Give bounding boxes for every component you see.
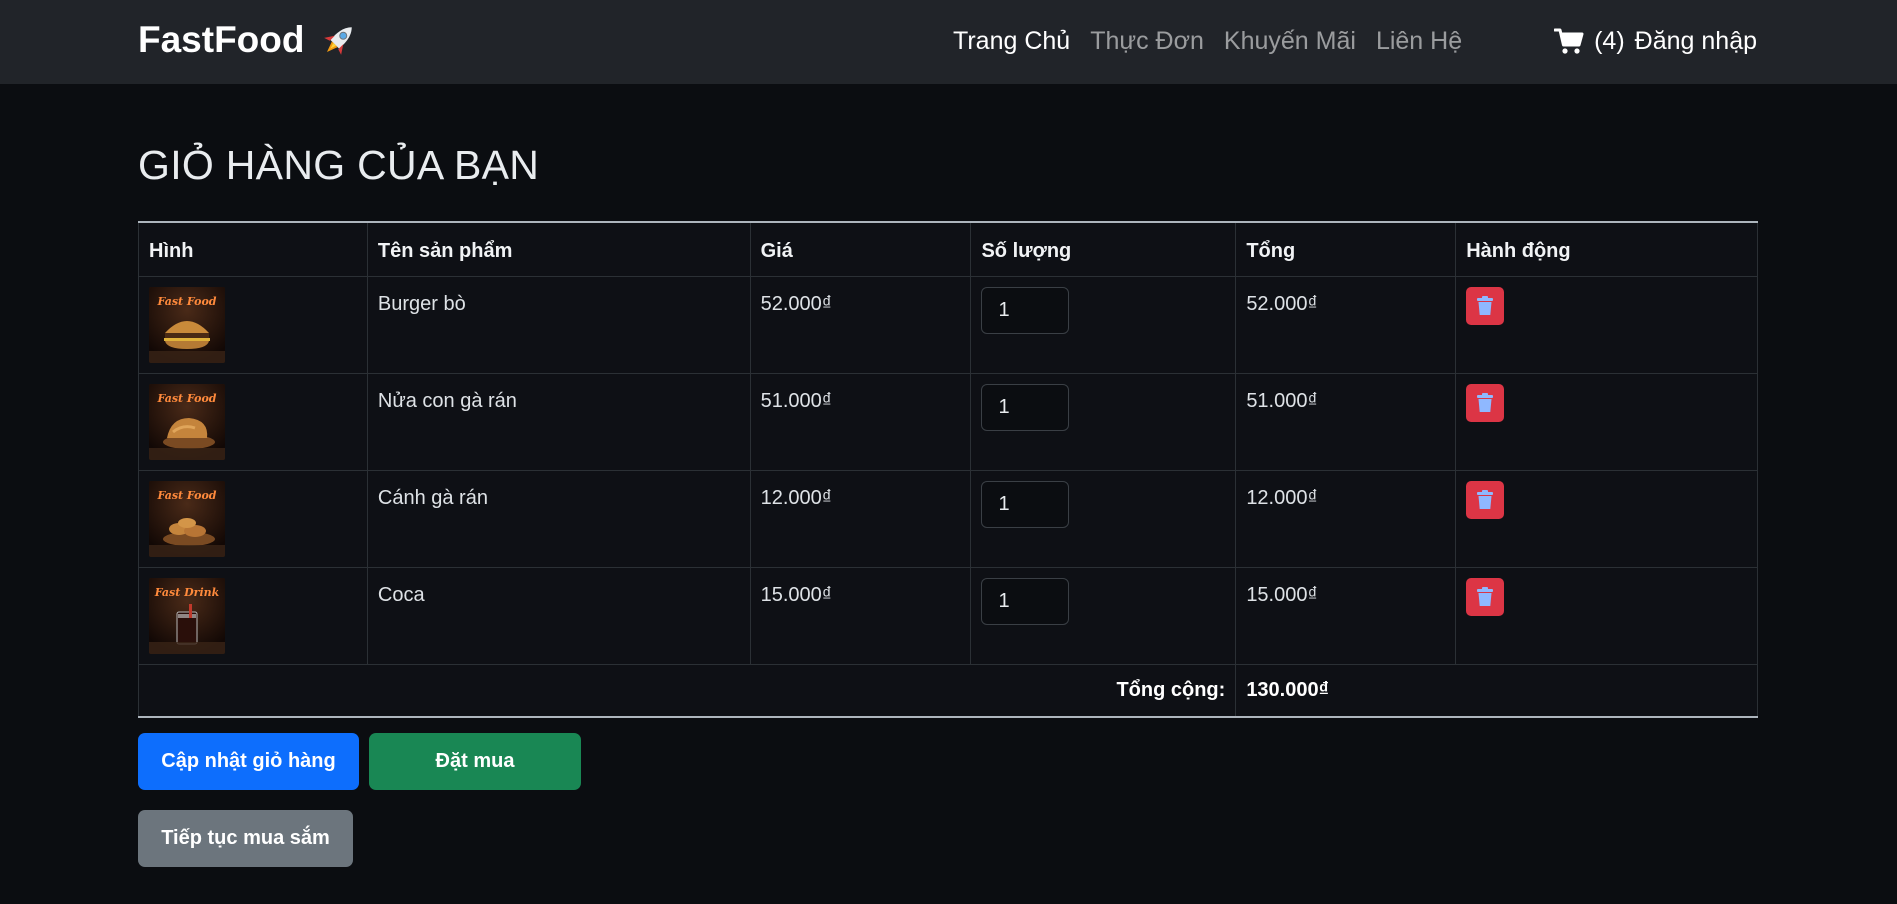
nav-link-contact[interactable]: Liên Hệ: [1376, 27, 1462, 56]
table-row: Fast Drink Coca 15.000₫ 15.000₫: [138, 566, 1758, 665]
line-total: 51.000₫: [1235, 372, 1457, 471]
brand-name: FastFood: [138, 19, 305, 60]
column-header-price: Giá: [749, 221, 972, 277]
delete-item-button[interactable]: [1466, 286, 1505, 325]
product-image: Fast Food: [149, 480, 225, 557]
table-row: Fast Food Burger bò 52.000₫ 52.000₫: [138, 275, 1758, 374]
shopping-cart-icon: [1553, 27, 1584, 55]
main-nav: Trang Chủ Thực Đơn Khuyến Mãi Liên Hệ: [953, 22, 1462, 60]
quantity-input[interactable]: [981, 286, 1070, 334]
quantity-input[interactable]: [981, 480, 1070, 528]
delete-item-button[interactable]: [1466, 577, 1505, 616]
column-header-action: Hành động: [1455, 221, 1758, 277]
table-header-row: Hình Tên sản phẩm Giá Số lượng Tổng Hành…: [138, 221, 1758, 277]
grand-total-label: Tổng cộng:: [137, 663, 1237, 718]
action-cell: [1455, 469, 1758, 568]
quantity-cell: [970, 372, 1237, 471]
nav-link-menu[interactable]: Thực Đơn: [1090, 27, 1204, 56]
product-price: 51.000₫: [749, 372, 972, 471]
product-name: Nửa con gà rán: [366, 372, 751, 471]
delete-item-button[interactable]: [1466, 383, 1505, 422]
grand-total-value: 130.000₫: [1235, 663, 1758, 718]
action-cell: [1455, 566, 1758, 665]
column-header-name: Tên sản phẩm: [366, 221, 751, 277]
product-name: Cánh gà rán: [366, 469, 751, 568]
column-header-image: Hình: [138, 221, 368, 277]
product-image-cell: Fast Food: [138, 275, 368, 374]
grand-total-row: Tổng cộng: 130.000₫: [137, 663, 1758, 718]
product-name: Coca: [366, 566, 751, 665]
rocket-icon: [318, 19, 360, 61]
quantity-input[interactable]: [981, 577, 1070, 625]
nav-link-promotions[interactable]: Khuyến Mãi: [1224, 27, 1356, 56]
product-image: Fast Drink: [149, 577, 225, 654]
trash-icon: [1477, 393, 1494, 412]
column-header-quantity: Số lượng: [970, 221, 1237, 277]
place-order-button[interactable]: Đặt mua: [369, 733, 581, 790]
product-image-neon-text: Fast Food: [156, 392, 216, 405]
trash-icon: [1477, 296, 1494, 315]
update-cart-button[interactable]: Cập nhật giỏ hàng: [138, 733, 359, 790]
product-name: Burger bò: [366, 275, 751, 374]
cart-table: Hình Tên sản phẩm Giá Số lượng Tổng Hành…: [137, 221, 1758, 718]
table-row: Fast Food Nửa con gà rán 51.000₫ 51.000₫: [138, 372, 1758, 471]
product-image-neon-text: Fast Drink: [154, 586, 220, 599]
page-title: GIỎ HÀNG CỦA BẠN: [138, 142, 540, 188]
product-image-neon-text: Fast Food: [156, 489, 216, 502]
product-image-cell: Fast Food: [138, 469, 368, 568]
product-image-cell: Fast Food: [138, 372, 368, 471]
nav-user-area: (4) Đăng nhập: [1553, 22, 1757, 60]
delete-item-button[interactable]: [1466, 480, 1505, 519]
top-navbar: FastFood Trang Chủ Thực Đơn Khuyến Mãi L…: [0, 0, 1897, 84]
product-price: 52.000₫: [749, 275, 972, 374]
action-cell: [1455, 275, 1758, 374]
quantity-cell: [970, 275, 1237, 374]
product-image-neon-text: Fast Food: [156, 295, 216, 308]
product-image: Fast Food: [149, 383, 225, 460]
product-price: 12.000₫: [749, 469, 972, 568]
quantity-cell: [970, 469, 1237, 568]
quantity-cell: [970, 566, 1237, 665]
login-link[interactable]: Đăng nhập: [1635, 27, 1757, 56]
product-price: 15.000₫: [749, 566, 972, 665]
action-cell: [1455, 372, 1758, 471]
cart-count: (4): [1594, 26, 1625, 55]
product-image: Fast Food: [149, 286, 225, 363]
quantity-input[interactable]: [981, 383, 1070, 431]
trash-icon: [1477, 587, 1494, 606]
column-header-total: Tổng: [1235, 221, 1457, 277]
continue-shopping-button[interactable]: Tiếp tục mua sắm: [138, 810, 353, 867]
line-total: 52.000₫: [1235, 275, 1457, 374]
brand-logo[interactable]: FastFood: [138, 17, 360, 63]
line-total: 12.000₫: [1235, 469, 1457, 568]
line-total: 15.000₫: [1235, 566, 1457, 665]
cart-link[interactable]: (4): [1553, 26, 1625, 56]
table-row: Fast Food Cánh gà rán 12.000₫ 12.000₫: [138, 469, 1758, 568]
nav-link-home[interactable]: Trang Chủ: [953, 27, 1070, 56]
product-image-cell: Fast Drink: [138, 566, 368, 665]
trash-icon: [1477, 490, 1494, 509]
